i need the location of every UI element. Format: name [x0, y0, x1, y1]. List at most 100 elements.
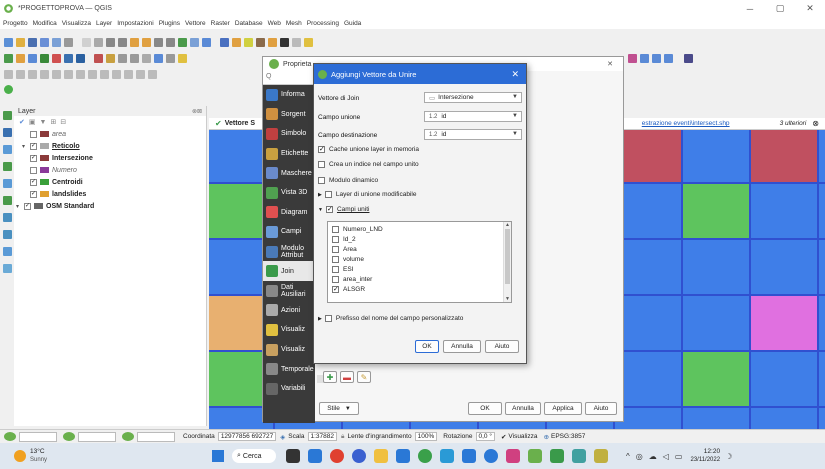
wfs-icon[interactable] — [3, 264, 12, 273]
layer-checkbox[interactable] — [30, 130, 37, 138]
diagram-move-icon[interactable] — [76, 69, 85, 79]
remove-join-button[interactable]: ▬ — [340, 371, 354, 383]
field-calculator-icon[interactable] — [280, 37, 289, 47]
save-icon[interactable] — [28, 37, 37, 47]
join-layer-select[interactable]: ▭ Intersezione ▼ — [424, 92, 522, 103]
coords-field[interactable]: 12977856 692727 — [217, 432, 277, 441]
add-wms-icon[interactable] — [76, 53, 85, 63]
file-explorer-icon[interactable] — [374, 449, 389, 463]
scroll-down-icon[interactable]: ▼ — [504, 296, 511, 302]
task-view-icon[interactable] — [286, 449, 301, 463]
nav-item-visualiz[interactable]: Visualiz — [263, 340, 315, 360]
add-group-icon[interactable]: ▣ — [29, 118, 36, 126]
statistics-icon[interactable] — [268, 37, 277, 47]
nav-item-diagram[interactable]: Diagram — [263, 203, 315, 223]
field-item[interactable]: ESI — [328, 264, 511, 274]
style-dropdown[interactable]: Stile ▼ — [319, 402, 359, 415]
notepad-icon[interactable] — [594, 449, 609, 463]
cloud-icon[interactable]: ☁ — [649, 452, 657, 461]
fields-scrollbar[interactable]: ▲ ▼ — [503, 222, 511, 302]
layer-row[interactable]: ✓ landslides — [22, 188, 206, 200]
expand-arrow-icon[interactable]: ▾ — [16, 203, 24, 210]
plugin-icon-3[interactable] — [652, 53, 661, 63]
layer-checkbox[interactable]: ✓ — [30, 178, 37, 186]
locator-input[interactable] — [19, 431, 57, 442]
label-pin-icon[interactable] — [16, 69, 25, 79]
properties-ok-button[interactable]: OK — [468, 402, 502, 415]
menu-item-mesh[interactable]: Mesh — [286, 20, 302, 27]
nav-item-simbolo[interactable]: Simbolo — [263, 124, 315, 144]
zoom-layer-icon[interactable] — [142, 37, 151, 47]
nav-item-visualiz[interactable]: Visualiz — [263, 320, 315, 340]
field-checkbox[interactable]: ✓ — [332, 285, 339, 293]
more-label[interactable]: 3 ulteriori — [780, 120, 807, 127]
menu-item-impostazioni[interactable]: Impostazioni — [117, 20, 154, 27]
dialog-cancel-button[interactable]: Annulla — [443, 340, 481, 353]
gps-icon[interactable] — [4, 84, 13, 94]
field-item[interactable]: Id_2 — [328, 234, 511, 244]
menu-item-database[interactable]: Database — [235, 20, 263, 27]
label-options-icon[interactable] — [112, 69, 121, 79]
notification-icon[interactable]: ☽ — [725, 452, 732, 461]
label-style-icon[interactable] — [88, 69, 97, 79]
edit-join-button[interactable]: ✎ — [357, 371, 371, 383]
app-icon-2[interactable] — [572, 449, 587, 463]
rotation-field[interactable]: 0,0 ° — [475, 432, 495, 441]
layer-row[interactable]: ▾ ✓ Reticolo — [22, 140, 206, 152]
field-checkbox[interactable] — [332, 245, 339, 253]
properties-search-input[interactable]: Q — [263, 71, 315, 85]
layer-styling-icon[interactable]: ✔ — [19, 118, 25, 126]
index-checkbox[interactable]: Crea un indice nel campo unito — [318, 161, 419, 168]
layer-row[interactable]: ▾ ✓ OSM Standard — [16, 200, 206, 212]
vertex-tool-icon[interactable] — [142, 53, 151, 63]
file-link[interactable]: estrazione eventi\intersect.shp — [642, 120, 730, 127]
vector-add-icon[interactable] — [3, 111, 12, 120]
scrollbar-thumb[interactable] — [505, 229, 510, 284]
field-item[interactable]: Area — [328, 244, 511, 254]
zoom-full-icon[interactable] — [130, 37, 139, 47]
expand-all-icon[interactable]: ⊞ — [50, 118, 56, 126]
locator-logo-icon[interactable] — [4, 432, 16, 441]
weather-widget[interactable]: 13°C Sunny — [30, 448, 47, 464]
nav-item-azioni[interactable]: Azioni — [263, 301, 315, 321]
properties-close-icon[interactable]: ✕ — [607, 60, 613, 68]
close-button[interactable]: ✕ — [795, 0, 825, 17]
label-change-icon[interactable] — [64, 69, 73, 79]
layer-row[interactable]: area — [22, 128, 206, 140]
copy-icon[interactable] — [178, 53, 187, 63]
scale-field[interactable]: 1:37882 — [307, 432, 337, 441]
label-rotate-icon[interactable] — [52, 69, 61, 79]
magnifier-field[interactable]: 100% — [414, 432, 438, 441]
expand-arrow-icon[interactable]: ▶ — [318, 192, 322, 198]
locator-input-3[interactable] — [137, 431, 175, 442]
dynamic-form-checkbox[interactable]: Modulo dinamico — [318, 177, 378, 184]
deselect-icon[interactable] — [244, 37, 253, 47]
maximize-button[interactable]: ▢ — [765, 0, 795, 17]
postgis-icon[interactable] — [3, 213, 12, 222]
menu-item-vettore[interactable]: Vettore — [185, 20, 206, 27]
tray-chevron-icon[interactable]: ^ — [626, 452, 630, 461]
measure-icon[interactable] — [292, 37, 301, 47]
spatialite-icon[interactable] — [3, 196, 12, 205]
layer-row[interactable]: ✓ Centroidi — [22, 176, 206, 188]
add-feature-icon[interactable] — [130, 53, 139, 63]
dialog-ok-button[interactable]: OK — [415, 340, 439, 353]
field-checkbox[interactable] — [332, 235, 339, 243]
collapse-arrow-icon[interactable]: ▼ — [318, 207, 323, 213]
minimize-button[interactable]: ─ — [735, 0, 765, 17]
properties-cancel-button[interactable]: Annulla — [505, 402, 541, 415]
prefix-checkbox[interactable]: ▶ Prefisso del nome del campo personalizz… — [318, 315, 463, 322]
filter-legend-icon[interactable]: ▼ — [40, 119, 47, 126]
label-show-icon[interactable] — [28, 69, 37, 79]
delimited-text-icon[interactable] — [3, 162, 12, 171]
add-join-button[interactable]: ✚ — [323, 371, 337, 383]
network-icon[interactable]: ◎ — [636, 452, 643, 461]
layer-checkbox[interactable]: ✓ — [30, 142, 37, 150]
field-checkbox[interactable] — [332, 255, 339, 263]
field-item[interactable]: ✓ ALSGR — [328, 284, 511, 294]
add-vector-icon[interactable] — [4, 53, 13, 63]
layer-checkbox[interactable]: ✓ — [30, 154, 37, 162]
spotify-icon[interactable] — [418, 449, 433, 463]
save-edits-icon[interactable] — [118, 53, 127, 63]
layer-checkbox[interactable] — [30, 166, 37, 174]
